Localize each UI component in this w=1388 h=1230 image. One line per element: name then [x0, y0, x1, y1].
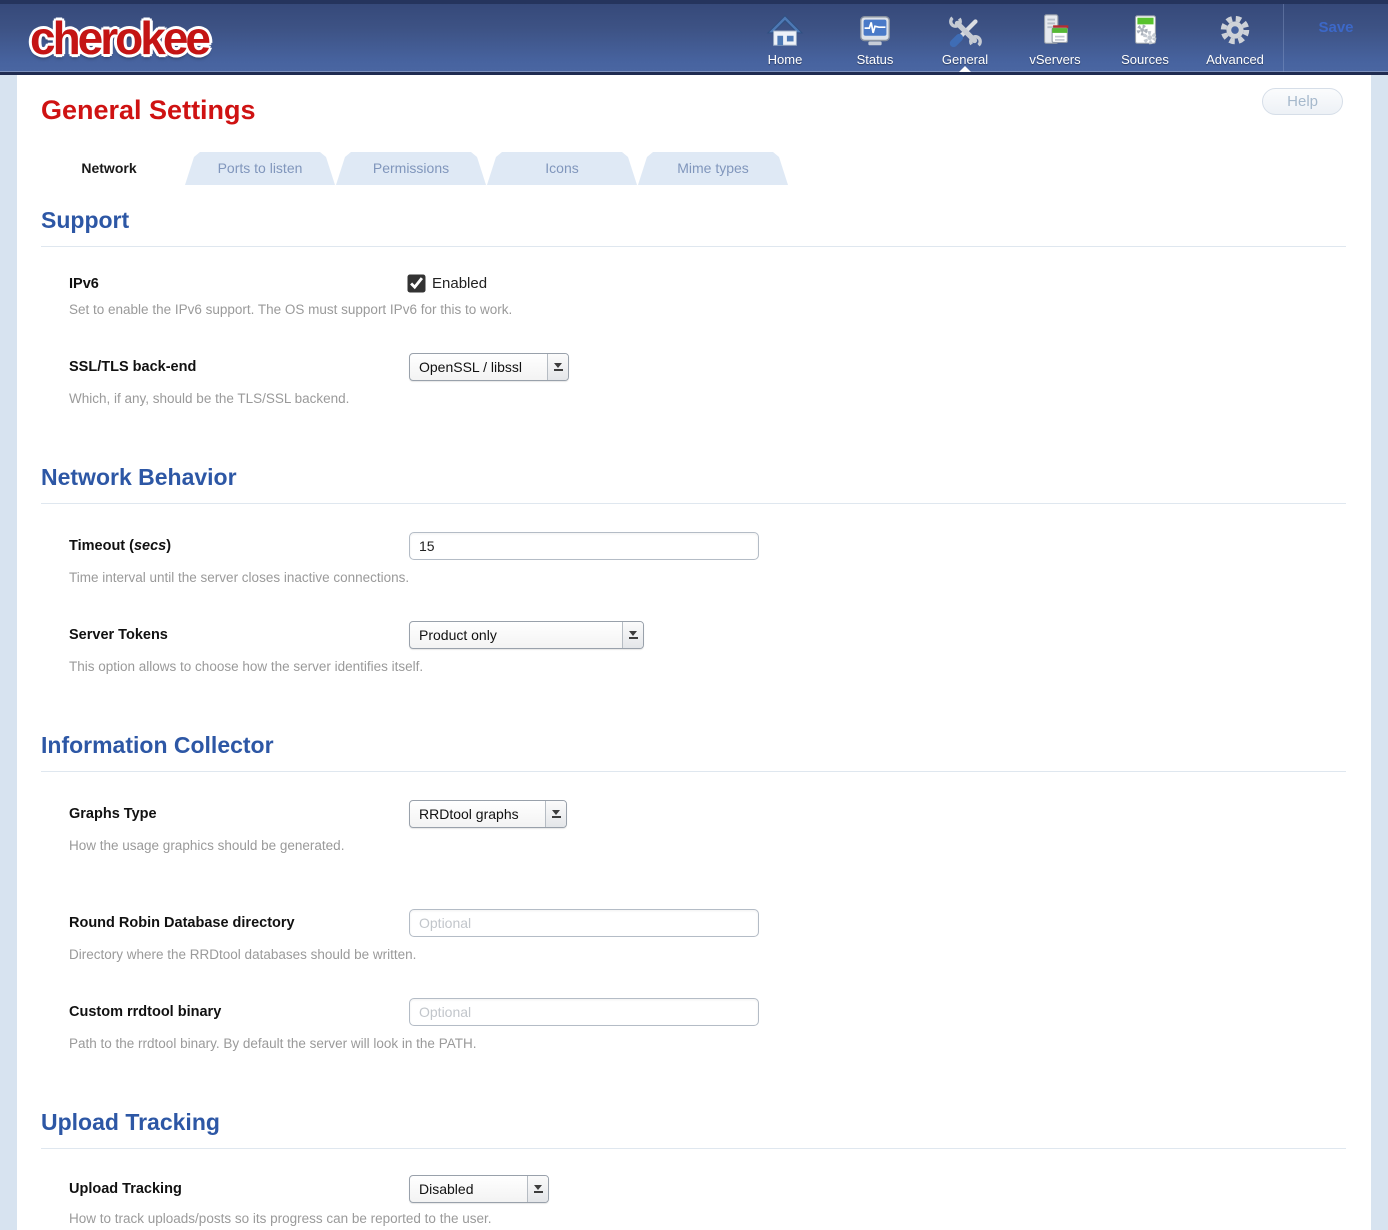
nav-label: General — [942, 52, 988, 67]
content-area: Help General Settings Network Ports to l… — [17, 75, 1371, 1230]
checkbox-label: Enabled — [432, 275, 487, 292]
field-label: SSL/TLS back-end — [69, 359, 409, 375]
timeout-input[interactable] — [409, 532, 759, 560]
ipv6-enabled-checkbox[interactable] — [408, 275, 426, 293]
field-rrd-directory: Round Robin Database directory Directory… — [69, 909, 1346, 962]
tools-icon — [946, 10, 984, 50]
dropdown-arrow-icon — [622, 622, 643, 648]
section-divider — [41, 1148, 1346, 1149]
nav-label: vServers — [1029, 52, 1080, 67]
section-title: Network Behavior — [41, 464, 1346, 491]
section-information-collector: Information Collector Graphs Type RRDtoo… — [17, 732, 1371, 1051]
ssl-backend-select[interactable]: OpenSSL / libssl — [409, 353, 569, 381]
field-description: How the usage graphics should be generat… — [69, 838, 1346, 853]
settings-tabs: Network Ports to listen Permissions Icon… — [34, 152, 1371, 185]
nav-label: Home — [768, 52, 803, 67]
server-tokens-select[interactable]: Product only — [409, 621, 644, 649]
field-description: Directory where the RRDtool databases sh… — [69, 947, 1346, 962]
section-title: Upload Tracking — [41, 1109, 1346, 1136]
top-navbar: cherokee Home S — [0, 0, 1388, 75]
nav-item-general[interactable]: General — [920, 4, 1010, 72]
ipv6-enabled-control: Enabled — [409, 275, 487, 292]
field-server-tokens: Server Tokens Product only This option a… — [69, 621, 1346, 674]
help-button[interactable]: Help — [1262, 88, 1343, 115]
select-value: Disabled — [410, 1181, 473, 1197]
field-label: Server Tokens — [69, 627, 409, 643]
save-area: Save — [1283, 4, 1388, 72]
section-title: Support — [41, 207, 1346, 234]
sources-icon — [1126, 10, 1164, 50]
field-label: Graphs Type — [69, 806, 409, 822]
nav-label: Status — [857, 52, 894, 67]
field-description: Set to enable the IPv6 support. The OS m… — [69, 302, 1346, 317]
upload-tracking-select[interactable]: Disabled — [409, 1175, 549, 1203]
active-section-caret — [959, 66, 971, 72]
section-support: Support IPv6 Enabled Set to enable the I… — [17, 207, 1371, 406]
cherokee-logo: cherokee — [30, 11, 208, 65]
field-rrdtool-binary: Custom rrdtool binary Path to the rrdtoo… — [69, 998, 1346, 1051]
field-timeout: Timeout (secs) Time interval until the s… — [69, 532, 1346, 585]
field-description: Path to the rrdtool binary. By default t… — [69, 1036, 1346, 1051]
section-divider — [41, 503, 1346, 504]
main-navigation: Home Status — [740, 4, 1280, 72]
tab-icons[interactable]: Icons — [487, 152, 637, 185]
field-ssl-backend: SSL/TLS back-end OpenSSL / libssl Which,… — [69, 353, 1346, 406]
field-description: Time interval until the server closes in… — [69, 570, 1346, 585]
rrdtool-binary-input[interactable] — [409, 998, 759, 1026]
tab-permissions[interactable]: Permissions — [336, 152, 486, 185]
nav-item-status[interactable]: Status — [830, 4, 920, 72]
dropdown-arrow-icon — [527, 1176, 548, 1202]
field-ipv6: IPv6 Enabled Set to enable the IPv6 supp… — [69, 275, 1346, 317]
nav-label: Sources — [1121, 52, 1169, 67]
select-value: RRDtool graphs — [410, 806, 519, 822]
tab-network[interactable]: Network — [34, 152, 184, 185]
field-description: This option allows to choose how the ser… — [69, 659, 1346, 674]
nav-item-sources[interactable]: Sources — [1100, 4, 1190, 72]
field-description: Which, if any, should be the TLS/SSL bac… — [69, 391, 1346, 406]
dropdown-arrow-icon — [545, 801, 566, 827]
section-divider — [41, 246, 1346, 247]
nav-item-home[interactable]: Home — [740, 4, 830, 72]
section-upload-tracking: Upload Tracking Upload Tracking Disabled… — [17, 1109, 1371, 1226]
vservers-icon — [1036, 10, 1074, 50]
save-button[interactable]: Save — [1318, 19, 1353, 72]
field-label: Upload Tracking — [69, 1181, 409, 1197]
section-divider — [41, 771, 1346, 772]
gear-icon — [1216, 10, 1254, 50]
nav-item-vservers[interactable]: vServers — [1010, 4, 1100, 72]
field-graphs-type: Graphs Type RRDtool graphs How the usage… — [69, 800, 1346, 853]
section-title: Information Collector — [41, 732, 1346, 759]
status-icon — [856, 10, 894, 50]
field-label: Round Robin Database directory — [69, 915, 409, 931]
select-value: Product only — [410, 627, 497, 643]
field-label: Timeout (secs) — [69, 538, 409, 554]
field-description: How to track uploads/posts so its progre… — [69, 1211, 1346, 1226]
field-label: Custom rrdtool binary — [69, 1004, 409, 1020]
section-network-behavior: Network Behavior Timeout (secs) Time int… — [17, 464, 1371, 674]
field-upload-tracking: Upload Tracking Disabled How to track up… — [69, 1175, 1346, 1226]
tab-ports-to-listen[interactable]: Ports to listen — [185, 152, 335, 185]
graphs-type-select[interactable]: RRDtool graphs — [409, 800, 567, 828]
page-title: General Settings — [17, 75, 1371, 126]
tab-mime-types[interactable]: Mime types — [638, 152, 788, 185]
home-icon — [766, 10, 804, 50]
nav-label: Advanced — [1206, 52, 1264, 67]
nav-item-advanced[interactable]: Advanced — [1190, 4, 1280, 72]
rrd-directory-input[interactable] — [409, 909, 759, 937]
select-value: OpenSSL / libssl — [410, 359, 522, 375]
field-label: IPv6 — [69, 276, 409, 292]
dropdown-arrow-icon — [547, 354, 568, 380]
